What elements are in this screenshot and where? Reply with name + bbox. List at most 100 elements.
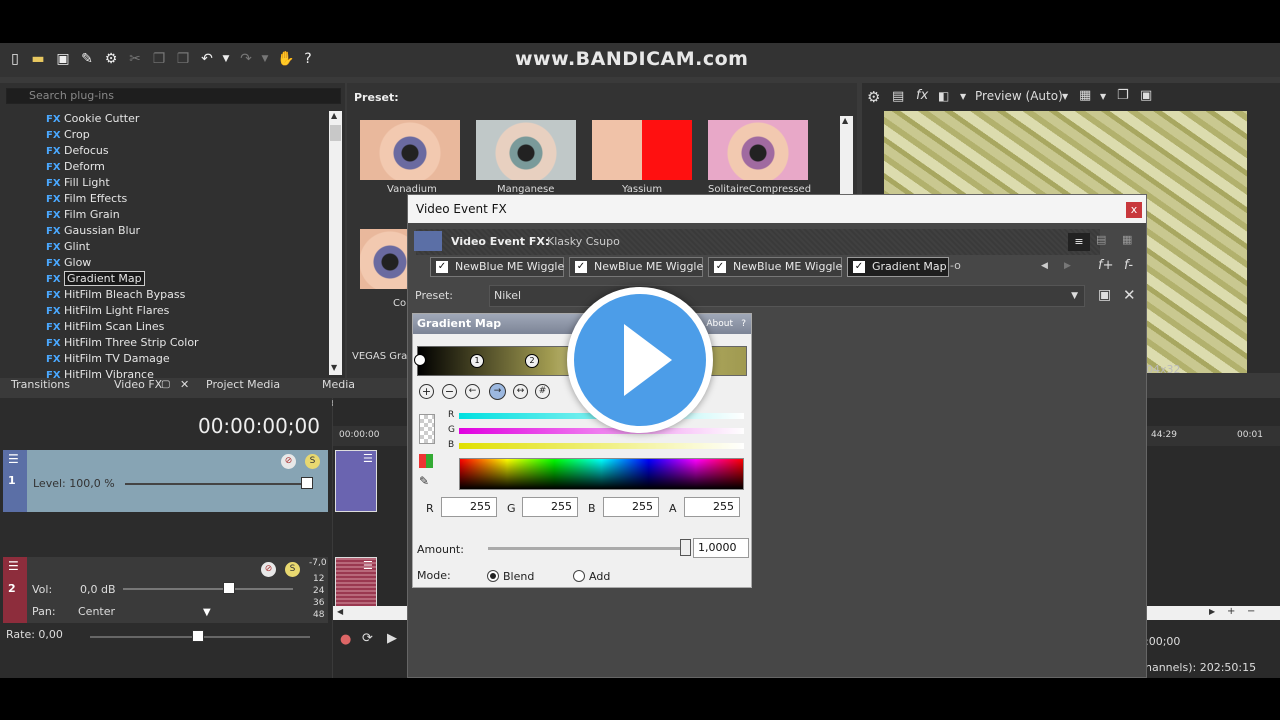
preset-scroll-up-icon[interactable]: ▲ [842,116,848,125]
view-list-icon[interactable]: ≡ [1068,233,1090,251]
distribute-icon[interactable]: # [535,384,550,399]
plugin-item[interactable]: FX Glow [46,255,326,271]
redo-dropdown-icon[interactable]: ▼ [257,51,273,67]
gradient-stop-1[interactable]: 1 [470,354,484,368]
undo-dropdown-icon[interactable]: ▼ [218,51,234,67]
new-file-icon[interactable]: ▯ [7,51,23,67]
move-left-icon[interactable]: ← [465,384,480,399]
tab-close-icon[interactable]: ✕ [180,376,189,394]
plugin-item[interactable]: FX Gradient Map [46,271,326,287]
mute-icon[interactable]: ⊘ [281,454,296,469]
plugin-item[interactable]: FX Film Grain [46,207,326,223]
plugin-4-enable-checkbox[interactable]: ✓ [853,261,865,273]
delete-preset-icon[interactable]: ✕ [1123,286,1136,304]
save-preset-icon[interactable]: ▣ [1098,287,1111,303]
copy-snapshot-icon[interactable]: ❐ [1117,88,1129,103]
pan-slider-thumb[interactable]: ▼ [203,607,211,618]
plugin-item[interactable]: FX HitFilm Bleach Bypass [46,287,326,303]
audio-mute-icon[interactable]: ⊘ [261,562,276,577]
vol-slider-thumb[interactable] [223,582,235,594]
video-track-header[interactable]: ☰ 1 Level: 100,0 % ⊘ S [3,450,328,512]
loop-icon[interactable]: ⟳ [362,631,373,646]
undock-icon[interactable]: ▢ [161,376,170,394]
plugin-item[interactable]: FX HitFilm TV Damage [46,351,326,367]
add-fx-icon[interactable]: f+ [1098,258,1113,273]
split-dropdown-icon[interactable]: ▼ [960,92,966,101]
hscroll-right-icon[interactable]: ▶ [1209,607,1215,616]
view-details-icon[interactable]: ▤ [1096,233,1106,246]
remove-stop-icon[interactable]: − [442,384,457,399]
plugin-item[interactable]: FX Fill Light [46,175,326,191]
tab-video-fx[interactable]: Video FX [114,376,162,394]
preset-thumb-4[interactable] [708,120,808,180]
b-input[interactable]: 255 [603,497,659,517]
chain-next-icon[interactable]: ▶ [1064,261,1071,271]
view-grid-icon[interactable]: ▦ [1122,233,1132,246]
audio-solo-icon[interactable]: S [285,562,300,577]
g-input[interactable]: 255 [522,497,578,517]
remove-fx-icon[interactable]: f- [1124,258,1133,273]
plugin-list-scrollbar[interactable]: ▲ ▼ [329,111,342,375]
overlays-grid-icon[interactable]: ▦ [1079,88,1091,103]
quality-dropdown-icon[interactable]: ▼ [1062,92,1068,101]
gradient-stop-0[interactable] [414,354,426,366]
tab-project-media[interactable]: Project Media [206,376,280,394]
zoom-out-icon[interactable]: − [1247,606,1255,617]
color-spectrum-picker[interactable] [459,458,744,490]
a-input[interactable]: 255 [684,497,740,517]
preset-thumb-2[interactable] [476,120,576,180]
chain-plugin-1[interactable]: ✓ NewBlue ME Wiggle [430,257,564,277]
preset-thumb-1[interactable] [360,120,460,180]
plugin-item[interactable]: FX Defocus [46,143,326,159]
save-icon[interactable]: ▣ [55,51,71,67]
external-monitor-icon[interactable]: ▤ [892,89,904,104]
save-as-icon[interactable]: ✎ [79,51,95,67]
plugin-3-enable-checkbox[interactable]: ✓ [714,261,726,273]
amount-slider-thumb[interactable] [680,539,691,556]
record-icon[interactable]: ● [340,632,351,647]
undo-icon[interactable]: ↶ [199,51,215,67]
plugin-search-input[interactable]: Search plug-ins [6,88,341,104]
amount-input[interactable]: 1,0000 [693,538,749,558]
help-link[interactable]: ? [741,314,746,334]
video-fx-icon[interactable]: fx [916,88,928,103]
plugin-item[interactable]: FX Cookie Cutter [46,111,326,127]
audio-track-menu-icon[interactable]: ☰ [8,559,19,573]
save-snapshot-icon[interactable]: ▣ [1140,88,1152,103]
eyedropper-icon[interactable]: ✎ [419,474,429,488]
settings-gear-icon[interactable]: ⚙ [103,51,119,67]
play-transport-icon[interactable]: ▶ [387,631,397,646]
move-right-icon[interactable]: → [489,383,506,400]
plugin-item[interactable]: FX HitFilm Scan Lines [46,319,326,335]
paste-icon[interactable]: ❐ [175,51,191,67]
preview-quality-dropdown[interactable]: Preview (Auto) [975,89,1063,103]
preview-settings-gear-icon[interactable]: ⚙ [867,88,880,106]
vol-slider[interactable] [123,588,293,590]
mode-add-radio[interactable] [573,570,585,582]
video-event-clip[interactable]: ☰ [335,450,377,512]
plugin-item[interactable]: FX Film Effects [46,191,326,207]
plugin-item[interactable]: FX Glint [46,239,326,255]
chain-prev-icon[interactable]: ◀ [1041,261,1048,271]
plugin-item[interactable]: FX HitFilm Light Flares [46,303,326,319]
hscroll-left-icon[interactable]: ◀ [337,607,343,616]
gradient-stop-2[interactable]: 2 [525,354,539,368]
plugin-item[interactable]: FX Deform [46,159,326,175]
chain-plugin-3[interactable]: ✓ NewBlue ME Wiggle [708,257,842,277]
redo-icon[interactable]: ↷ [238,51,254,67]
audio-track-header[interactable]: ☰ 2 Vol: 0,0 dB Pan: Center ▼ ⊘ S -7,0 1… [3,557,328,623]
tab-transitions[interactable]: Transitions [11,376,70,394]
blue-channel-slider[interactable] [459,443,744,449]
audio-event-menu-icon[interactable]: ☰ [363,559,373,572]
event-menu-icon[interactable]: ☰ [363,452,373,465]
green-channel-slider[interactable] [459,428,744,434]
plugin-item[interactable]: FX Crop [46,127,326,143]
plugin-1-enable-checkbox[interactable]: ✓ [436,261,448,273]
spread-icon[interactable]: ↔ [513,384,528,399]
solo-icon[interactable]: S [305,454,320,469]
amount-slider[interactable] [488,547,688,550]
scroll-down-icon[interactable]: ▼ [331,363,337,372]
level-slider-thumb[interactable] [301,477,313,489]
copy-icon[interactable]: ❐ [151,51,167,67]
video-play-button-overlay[interactable] [567,287,713,433]
